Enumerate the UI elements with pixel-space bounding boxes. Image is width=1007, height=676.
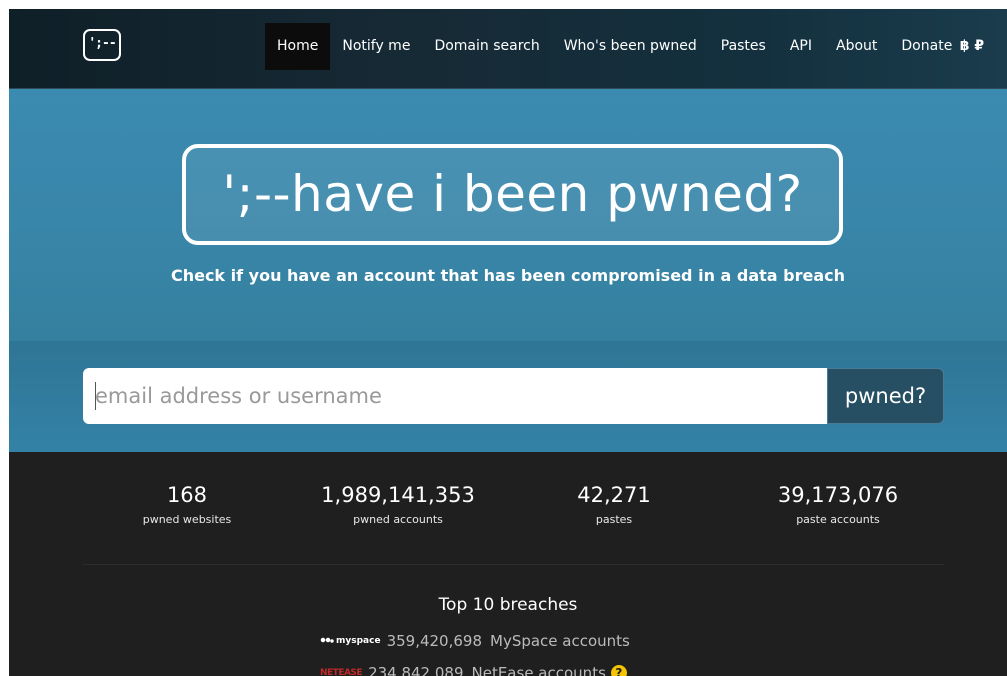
breach-name-link[interactable]: NetEase accounts [472,664,606,676]
breach-row-myspace[interactable]: myspace 359,420,698 MySpace accounts [320,630,630,652]
top-navbar: ';-- Home Notify me Domain search Who's … [9,9,1007,89]
myspace-people-icon [320,637,334,645]
stat-pwned-websites: 168 pwned websites [143,482,232,526]
hero-subtitle: Check if you have an account that has be… [170,266,846,285]
site-logo[interactable]: ';-- [83,29,121,61]
stats-section: 168 pwned websites 1,989,141,353 pwned a… [9,452,1007,676]
nav-donate[interactable]: Donate ฿ ₽ [889,23,996,70]
stat-value: 39,173,076 [777,483,899,507]
nav-donate-label: Donate [901,38,953,54]
hero-section: ';--have i been pwned? Check if you have… [9,89,1007,341]
stat-paste-accounts: 39,173,076 paste accounts [778,482,898,526]
stat-pwned-accounts: 1,989,141,353 pwned accounts [321,482,475,526]
stat-value: 1,989,141,353 [321,483,475,507]
pwned-button[interactable]: pwned? [827,368,944,424]
breach-count: 359,420,698 [386,632,482,650]
stat-label: pastes [595,513,633,526]
section-divider [83,564,944,565]
stat-label: pwned accounts [353,513,443,526]
nav-home[interactable]: Home [265,23,331,70]
breach-row-netease[interactable]: NETEASE 234,842,089 NetEase accounts ? [320,662,627,676]
nav-api[interactable]: API [778,23,824,70]
stat-label: paste accounts [796,513,880,526]
breach-name-link[interactable]: MySpace accounts [490,632,630,650]
search-input[interactable] [83,368,827,424]
stat-label: pwned websites [142,513,232,526]
breach-count: 234,842,089 [368,664,464,676]
netease-logo-icon: NETEASE [320,668,363,676]
search-section: pwned? [9,341,1007,452]
myspace-logo-icon: myspace [320,636,381,646]
browser-viewport: ';-- Home Notify me Domain search Who's … [9,9,1007,676]
stat-value: 42,271 [577,483,651,507]
stat-value: 168 [166,483,208,507]
bitcoin-paypal-icon: ฿ ₽ [959,38,985,54]
myspace-logo-text: myspace [336,636,381,646]
question-mark-icon[interactable]: ? [610,665,627,676]
nav-pastes[interactable]: Pastes [709,23,778,70]
stat-pastes: 42,271 pastes [577,482,650,526]
text-caret [95,382,96,410]
nav-whos-been-pwned[interactable]: Who's been pwned [552,23,709,70]
main-nav: Home Notify me Domain search Who's been … [265,23,996,70]
hero-title: ';--have i been pwned? [182,144,843,245]
top-breaches-title: Top 10 breaches [438,595,578,615]
nav-about[interactable]: About [824,23,889,70]
nav-domain-search[interactable]: Domain search [422,23,551,70]
nav-notify-me[interactable]: Notify me [330,23,422,70]
